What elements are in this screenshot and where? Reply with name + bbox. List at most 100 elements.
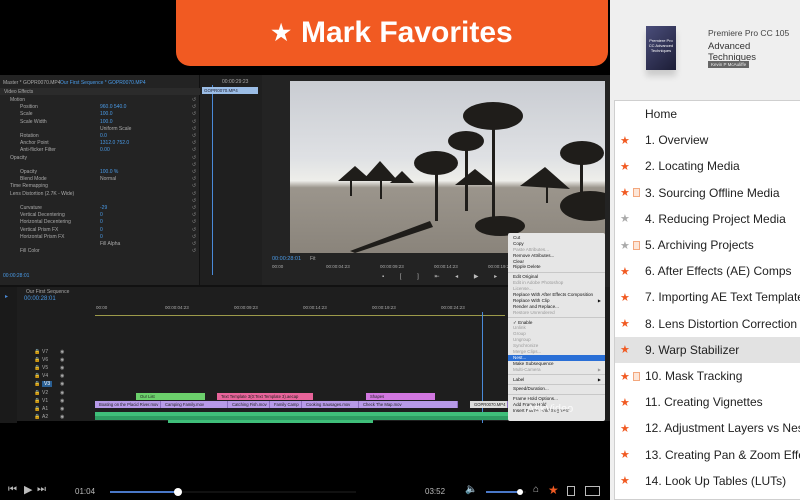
eye-icon[interactable]: ◉: [60, 349, 64, 355]
ec-row-value[interactable]: 0: [100, 212, 103, 218]
reset-icon[interactable]: ↺: [192, 147, 196, 153]
lock-icon[interactable]: 🔒: [34, 406, 40, 412]
playlist-item[interactable]: ★ 1. Overview: [615, 127, 800, 153]
star-icon[interactable]: ★: [620, 422, 630, 435]
reset-icon[interactable]: ↺: [192, 191, 196, 197]
clip-v2[interactable]: Text Template 3(0:Text Template 3).aecap: [217, 393, 313, 400]
eye-icon[interactable]: ◉: [60, 414, 64, 420]
previous-icon[interactable]: ⏮: [8, 484, 17, 495]
track-label[interactable]: V1: [42, 398, 48, 404]
volume-icon[interactable]: 🔈: [465, 484, 477, 495]
program-transport-controls[interactable]: ▪ [ ] ⇤ ◂ ▶ ▸ ⇥: [382, 273, 525, 280]
reset-icon[interactable]: ↺: [192, 183, 196, 189]
eye-icon[interactable]: ◉: [60, 398, 64, 404]
eye-icon[interactable]: ◉: [60, 390, 64, 396]
work-area-bar[interactable]: [95, 315, 505, 316]
home-icon[interactable]: ⌂: [533, 484, 539, 495]
volume-slider[interactable]: [486, 489, 526, 495]
star-icon[interactable]: ★: [620, 265, 630, 278]
star-icon[interactable]: ★: [620, 317, 630, 330]
lock-icon[interactable]: 🔒: [34, 349, 40, 355]
playlist-item[interactable]: ★ 5. Archiving Projects: [615, 232, 800, 258]
ec-row-value[interactable]: 100.0: [100, 111, 113, 117]
star-icon[interactable]: ★: [620, 370, 630, 383]
star-icon[interactable]: ★: [620, 291, 630, 304]
ec-row-value[interactable]: 0.0: [100, 133, 107, 139]
lock-icon[interactable]: 🔒: [34, 381, 40, 387]
star-icon[interactable]: ★: [620, 160, 630, 173]
audio-clip-a2[interactable]: [168, 420, 373, 423]
eye-icon[interactable]: ◉: [60, 406, 64, 412]
reset-icon[interactable]: ↺: [192, 198, 196, 204]
reset-icon[interactable]: ↺: [192, 133, 196, 139]
track-label[interactable]: V6: [42, 357, 48, 363]
track-label[interactable]: V2: [42, 390, 48, 396]
lock-icon[interactable]: 🔒: [34, 357, 40, 363]
clip-v1[interactable]: Catching Fish.mov: [228, 401, 270, 408]
progress-bar[interactable]: [110, 488, 356, 496]
ec-row-value[interactable]: Fill Alpha: [100, 241, 120, 247]
ec-row-value[interactable]: Normal: [100, 176, 116, 182]
playlist-item[interactable]: ★ 7. Importing AE Text Templates: [615, 284, 800, 310]
reset-icon[interactable]: ↺: [192, 104, 196, 110]
track-label[interactable]: V4: [42, 373, 48, 379]
track-label[interactable]: A1: [42, 406, 48, 412]
notes-icon[interactable]: [567, 486, 575, 496]
ec-row-value[interactable]: 1312.0 752.0: [100, 140, 129, 146]
ec-mini-playhead[interactable]: [212, 85, 213, 275]
reset-icon[interactable]: ↺: [192, 241, 196, 247]
lock-icon[interactable]: 🔒: [34, 414, 40, 420]
ec-mini-clip[interactable]: GOPR0070.MP4: [202, 87, 258, 94]
playlist-item[interactable]: ★ 10. Mask Tracking: [615, 363, 800, 389]
ec-row-value[interactable]: 0: [100, 234, 103, 240]
playlist-item[interactable]: ★ 6. After Effects (AE) Comps: [615, 258, 800, 284]
reset-icon[interactable]: ↺: [192, 140, 196, 146]
ec-tab-master[interactable]: Master * GOPR0070.MP4: [3, 80, 61, 86]
eye-icon[interactable]: ◉: [60, 373, 64, 379]
star-icon[interactable]: ★: [620, 474, 630, 487]
clip-v1[interactable]: Family Camp: [270, 401, 302, 408]
star-icon[interactable]: ★: [620, 186, 630, 199]
track-label[interactable]: V7: [42, 349, 48, 355]
ec-tab-sequence[interactable]: Our First Sequence * GOPR0070.MP4: [60, 80, 146, 86]
volume-knob[interactable]: [517, 489, 523, 495]
reset-icon[interactable]: ↺: [192, 212, 196, 218]
clip-v1[interactable]: Boating on the Placid River.mov: [95, 401, 161, 408]
star-icon[interactable]: ★: [620, 239, 630, 252]
ec-row-value[interactable]: 0: [100, 219, 103, 225]
reset-icon[interactable]: ↺: [192, 234, 196, 240]
reset-icon[interactable]: ↺: [192, 176, 196, 182]
lock-icon[interactable]: 🔒: [34, 365, 40, 371]
playlist-item[interactable]: ★ 8. Lens Distortion Correction: [615, 311, 800, 337]
clip-v1[interactable]: GOPR0070.MP4: [470, 401, 508, 408]
track-label[interactable]: V3: [42, 381, 53, 388]
reset-icon[interactable]: ↺: [192, 119, 196, 125]
ec-row-value[interactable]: Uniform Scale: [100, 126, 131, 132]
track-label[interactable]: V5: [42, 365, 48, 371]
ec-row-value[interactable]: 100.0: [100, 119, 113, 125]
selection-tool-icon[interactable]: ▸: [5, 293, 8, 300]
playlist-item[interactable]: ★ 14. Look Up Tables (LUTs): [615, 468, 800, 494]
ec-row-value[interactable]: 0: [100, 227, 103, 233]
reset-icon[interactable]: ↺: [192, 169, 196, 175]
reset-icon[interactable]: ↺: [192, 162, 196, 168]
reset-icon[interactable]: ↺: [192, 248, 196, 254]
playlist-item[interactable]: ★ 4. Reducing Project Media: [615, 206, 800, 232]
clip-v1[interactable]: Check The Map.mov: [359, 401, 458, 408]
playlist-item[interactable]: ★ 3. Sourcing Offline Media: [615, 180, 800, 206]
clip-v2[interactable]: Shapes: [366, 393, 435, 400]
lock-icon[interactable]: 🔒: [34, 373, 40, 379]
clip-v1[interactable]: Camping Family.mov: [161, 401, 228, 408]
clip-v1[interactable]: Cooking Sausages.mov: [302, 401, 359, 408]
next-icon[interactable]: ⏭: [37, 484, 46, 495]
fullscreen-icon[interactable]: [585, 486, 600, 496]
clip-v2[interactable]: Our List: [136, 393, 205, 400]
ec-row-value[interactable]: 100.0 %: [100, 169, 118, 175]
reset-icon[interactable]: ↺: [192, 219, 196, 225]
reset-icon[interactable]: ↺: [192, 97, 196, 103]
ec-row-value[interactable]: 0.00: [100, 147, 110, 153]
playlist-item[interactable]: ★ 13. Creating Pan & Zoom Effects: [615, 442, 800, 468]
play-icon[interactable]: ▶: [24, 483, 32, 496]
menu-item-ripple-delete[interactable]: Ripple Delete: [508, 264, 605, 270]
video-player[interactable]: Master * GOPR0070.MP4 Our First Sequence…: [0, 0, 610, 470]
